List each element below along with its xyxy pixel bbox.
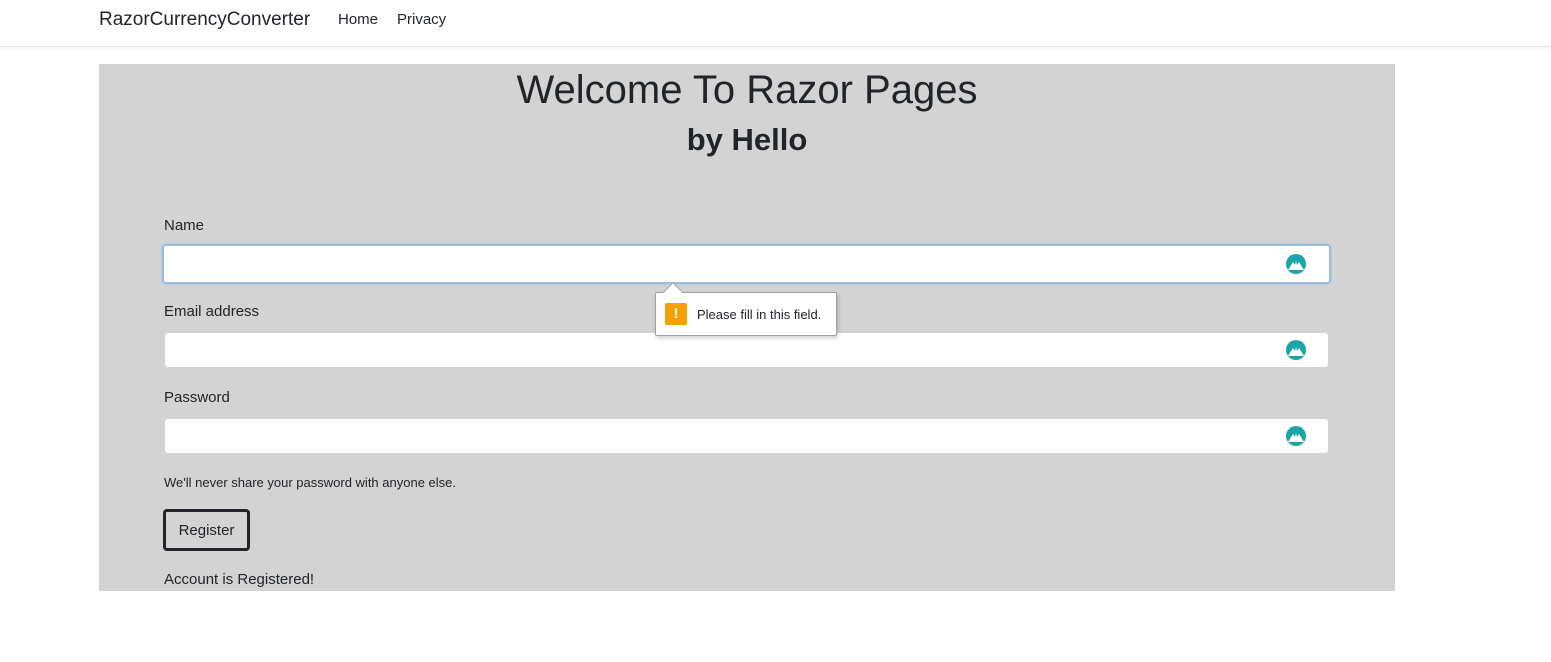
password-help-text: We'll never share your password with any… xyxy=(164,475,456,490)
password-label: Password xyxy=(164,389,230,406)
vpn-extension-icon[interactable] xyxy=(1285,339,1307,361)
validation-message: Please fill in this field. xyxy=(697,307,822,322)
name-input[interactable] xyxy=(162,244,1331,284)
vpn-extension-icon[interactable] xyxy=(1285,253,1307,275)
page-title: Welcome To Razor Pages xyxy=(516,68,978,112)
page-subtitle: by Hello xyxy=(686,122,808,157)
register-button[interactable]: Register xyxy=(163,509,250,551)
registration-status: Account is Registered! xyxy=(164,571,315,588)
email-label: Email address xyxy=(164,303,260,320)
warning-icon: ! xyxy=(665,303,687,325)
nav-link-home[interactable]: Home xyxy=(338,11,378,28)
name-label: Name xyxy=(164,217,205,234)
validation-tooltip: ! Please fill in this field. xyxy=(655,282,837,336)
vpn-extension-icon[interactable] xyxy=(1285,425,1307,447)
nav-link-privacy[interactable]: Privacy xyxy=(397,11,446,28)
brand-link[interactable]: RazorCurrencyConverter xyxy=(99,9,310,31)
top-navbar: RazorCurrencyConverter Home Privacy xyxy=(0,0,1551,47)
email-input[interactable] xyxy=(164,332,1329,368)
password-input[interactable] xyxy=(164,418,1329,454)
